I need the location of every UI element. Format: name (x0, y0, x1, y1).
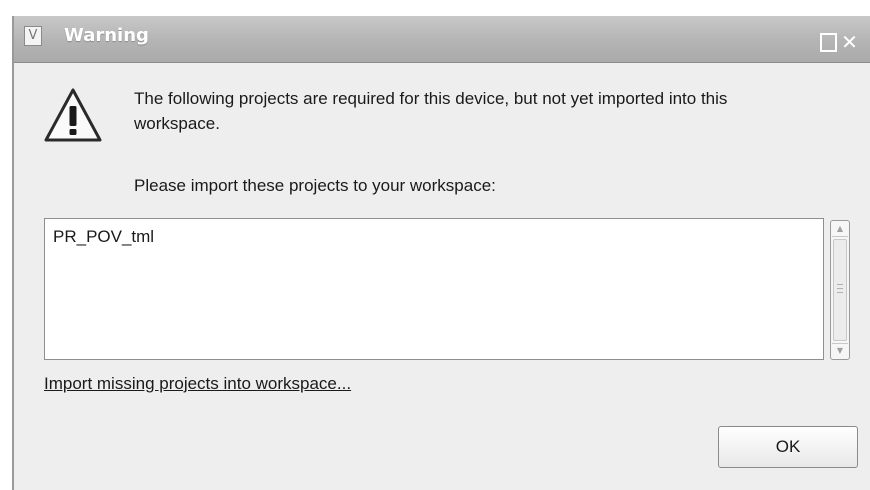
projects-list[interactable]: PR_POV_tml (44, 218, 824, 360)
warning-triangle-icon (44, 88, 102, 142)
scroll-thumb[interactable] (833, 239, 847, 341)
import-missing-projects-link[interactable]: Import missing projects into workspace..… (44, 374, 351, 394)
scroll-down-icon[interactable]: ▼ (832, 343, 848, 358)
warning-dialog: V Warning ✕ The following projects are r… (12, 16, 870, 490)
dialog-title: Warning (64, 25, 149, 46)
title-bar[interactable]: V Warning ✕ (14, 16, 870, 63)
page: V Warning ✕ The following projects are r… (0, 0, 870, 490)
list-scrollbar[interactable]: ▲ ▼ (830, 220, 850, 360)
warning-message: The following projects are required for … (134, 89, 728, 133)
import-prompt: Please import these projects to your wor… (134, 176, 496, 195)
maximize-icon[interactable] (820, 33, 837, 52)
grip-line (837, 284, 843, 285)
grip-line (837, 288, 843, 289)
ok-button[interactable]: OK (718, 426, 858, 468)
grip-line (837, 292, 843, 293)
scroll-up-icon[interactable]: ▲ (832, 222, 848, 237)
app-icon: V (24, 26, 42, 46)
close-icon[interactable]: ✕ (841, 32, 858, 52)
list-item[interactable]: PR_POV_tml (53, 227, 154, 247)
